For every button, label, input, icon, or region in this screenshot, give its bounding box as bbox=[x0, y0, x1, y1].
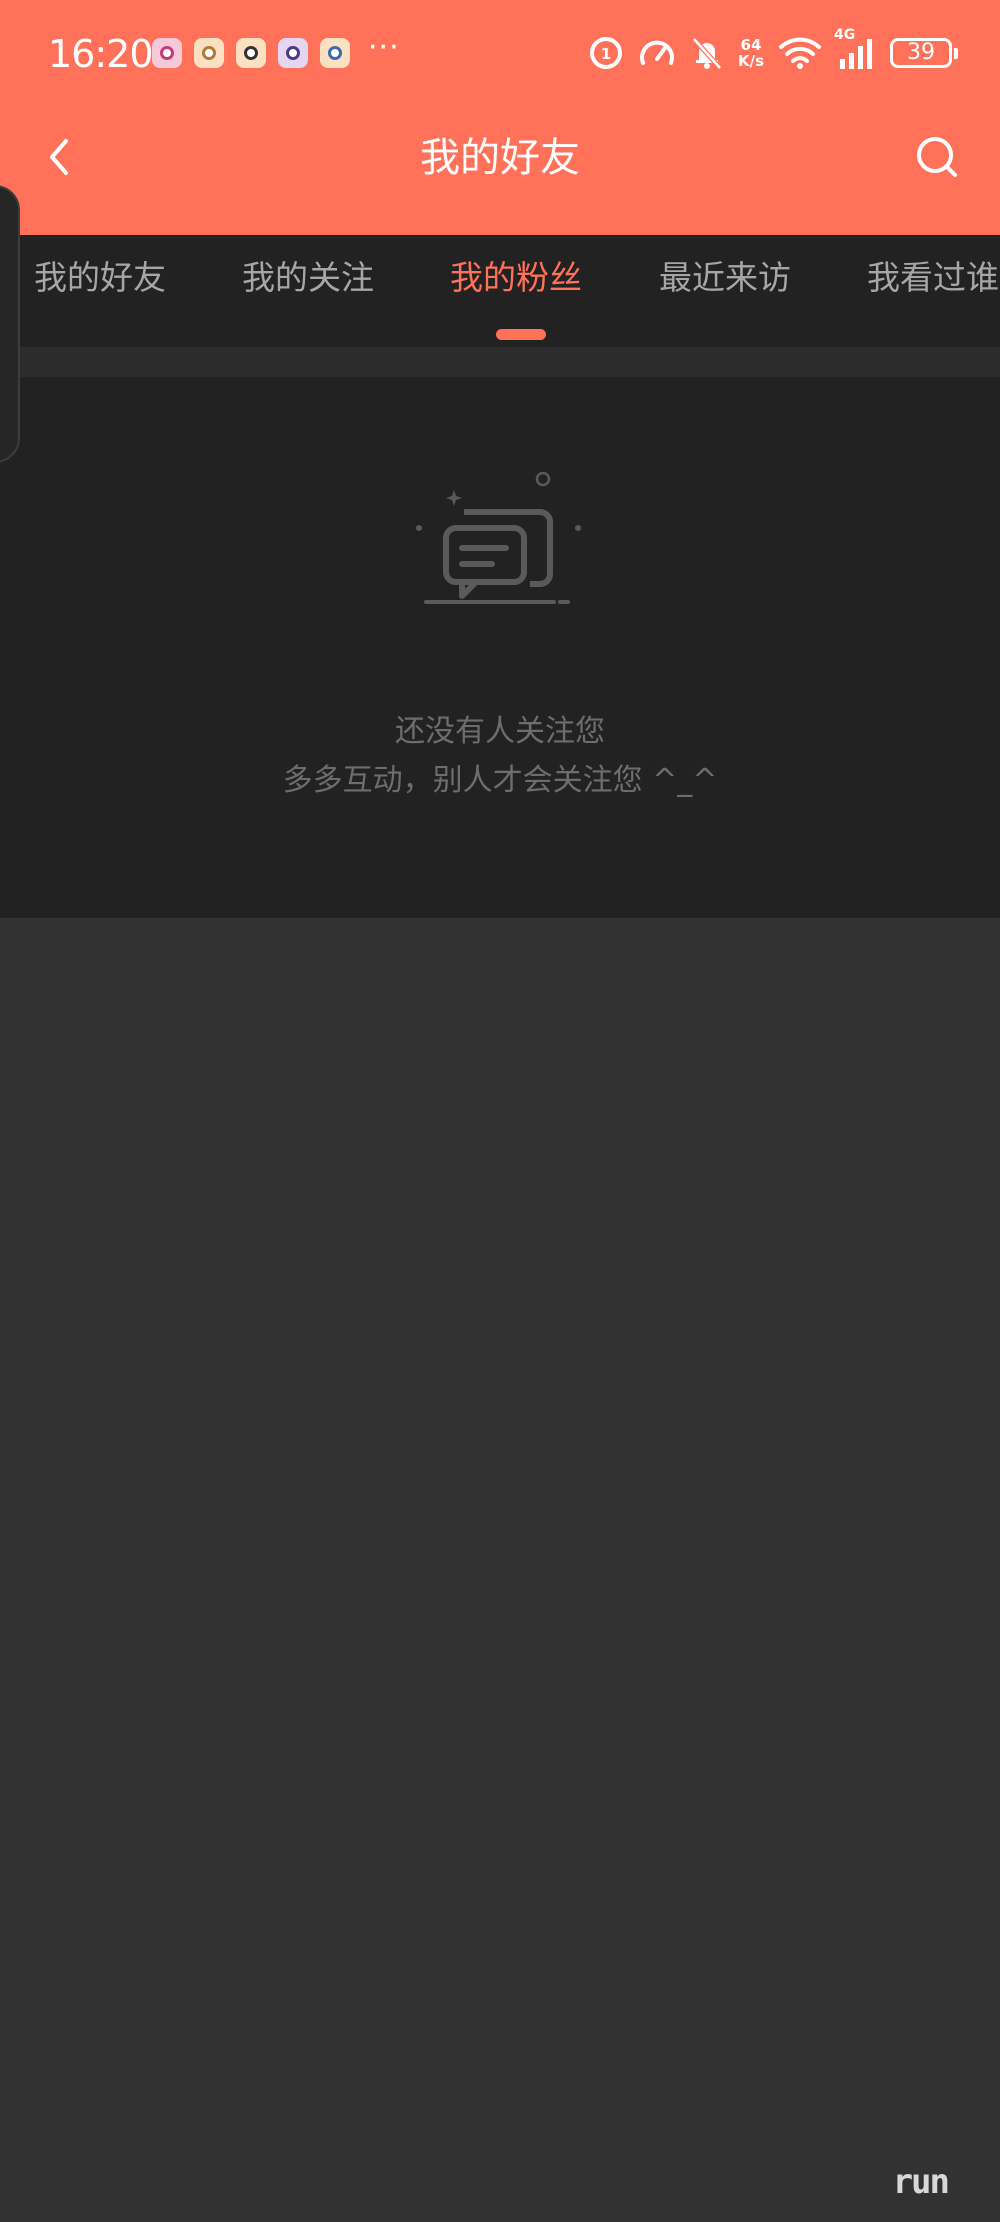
notification-icons bbox=[152, 37, 350, 69]
chat-notification-icon bbox=[194, 38, 224, 68]
page-title: 我的好友 bbox=[420, 135, 580, 181]
app-notification-icon bbox=[320, 38, 350, 68]
app-notification-icon bbox=[278, 38, 308, 68]
more-notifications-indicator: ··· bbox=[368, 30, 400, 65]
system-icons: 1 64 K/s 4G 39 bbox=[588, 27, 958, 78]
status-bar: 16:20 ··· 1 64 K/s 4G 39 bbox=[0, 0, 1000, 106]
chat-bubbles-icon bbox=[416, 472, 581, 604]
svg-text:1: 1 bbox=[601, 45, 611, 63]
network-speed: 64 K/s bbox=[737, 36, 764, 70]
wifi-icon bbox=[779, 37, 821, 69]
empty-state-hint: 多多互动，别人才会关注您 ^_^ bbox=[282, 763, 718, 798]
empty-state: 还没有人关注您 多多互动，别人才会关注您 ^_^ bbox=[0, 377, 1000, 918]
watermark-logo: run bbox=[892, 2162, 950, 2202]
cellular-signal: 4G bbox=[834, 27, 876, 71]
camera-notification-icon bbox=[236, 38, 266, 68]
tab-recent-visitors[interactable]: 最近来访 bbox=[659, 235, 791, 347]
network-type-label: 4G bbox=[834, 27, 856, 43]
app-notification-icon bbox=[152, 38, 182, 68]
battery-indicator: 39 bbox=[890, 38, 958, 68]
divider bbox=[0, 347, 1000, 377]
empty-state-title: 还没有人关注您 bbox=[395, 714, 605, 749]
tab-my-friends[interactable]: 我的好友 bbox=[34, 235, 166, 347]
app-header-area: 16:20 ··· 1 64 K/s 4G 39 我的好友 bbox=[0, 0, 1000, 235]
floating-side-handle[interactable] bbox=[0, 185, 20, 463]
app-header: 我的好友 bbox=[0, 106, 1000, 235]
mute-bell-icon bbox=[692, 37, 722, 70]
tab-viewed-by-me[interactable]: 我看过谁 bbox=[867, 235, 999, 347]
status-time: 16:20 bbox=[48, 32, 154, 76]
speedometer-icon bbox=[639, 40, 674, 65]
data-saver-icon: 1 bbox=[589, 37, 622, 69]
tab-my-following[interactable]: 我的关注 bbox=[242, 235, 374, 347]
active-tab-indicator bbox=[496, 329, 546, 340]
search-icon bbox=[917, 137, 957, 177]
search-button[interactable] bbox=[910, 130, 964, 184]
